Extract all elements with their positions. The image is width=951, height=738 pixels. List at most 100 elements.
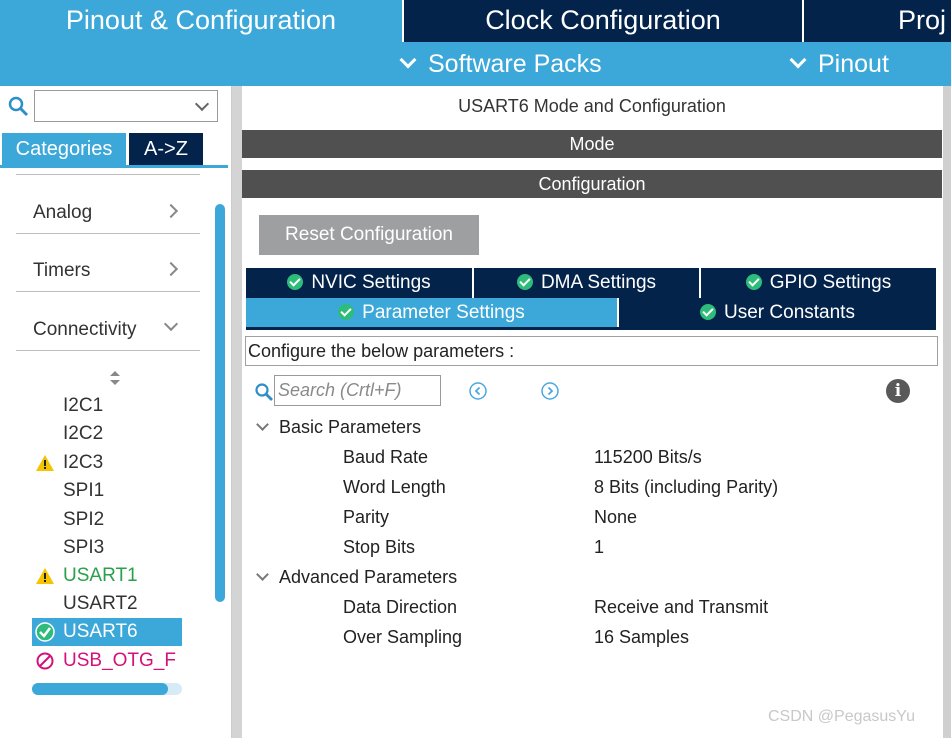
category-analog[interactable]: Analog <box>16 194 200 234</box>
tab-project-manager[interactable]: Proj <box>804 0 951 42</box>
list-item-spi1[interactable]: SPI1 <box>32 477 182 505</box>
peripheral-label: SPI3 <box>63 537 105 558</box>
param-name[interactable]: Data Direction <box>343 597 457 618</box>
previous-result-icon[interactable] <box>469 382 487 400</box>
chevron-right-icon <box>163 261 179 277</box>
chevron-down-icon <box>256 418 269 431</box>
pinout-menu[interactable]: Pinout <box>789 42 889 86</box>
peripheral-label: USART2 <box>63 593 138 614</box>
tab-label: NVIC Settings <box>311 272 431 293</box>
peripheral-label: I2C3 <box>63 452 104 473</box>
list-item-i2c3[interactable]: I2C3 <box>32 449 182 477</box>
horizontal-scrollbar-thumb[interactable] <box>32 683 168 695</box>
peripheral-label: SPI2 <box>63 509 105 530</box>
chevron-down-icon <box>163 316 179 332</box>
tabs-underline <box>246 327 936 330</box>
list-item-spi3[interactable]: SPI3 <box>32 534 182 562</box>
chevron-down-icon <box>399 51 417 69</box>
peripheral-label: USART1 <box>63 565 138 586</box>
category-connectivity[interactable]: Connectivity <box>16 311 200 351</box>
watermark: CSDN @PegasusYu <box>768 708 915 725</box>
check-circle-icon <box>700 304 717 320</box>
tab-label: User Constants <box>724 302 855 323</box>
param-value[interactable]: Receive and Transmit <box>594 597 768 618</box>
chevron-down-icon[interactable] <box>194 96 210 112</box>
param-name[interactable]: Word Length <box>343 477 446 498</box>
param-name[interactable]: Parity <box>343 507 389 528</box>
list-item-spi2[interactable]: SPI2 <box>32 506 182 534</box>
category-label: Timers <box>33 260 91 281</box>
check-circle-icon <box>287 274 304 290</box>
list-item-usart1[interactable]: USART1 <box>32 562 182 590</box>
peripheral-search-combo[interactable] <box>34 90 218 122</box>
chevron-down-icon <box>789 51 807 69</box>
check-circle-icon <box>516 274 533 290</box>
param-name[interactable]: Baud Rate <box>343 447 428 468</box>
warning-icon <box>36 568 54 584</box>
group-label: Advanced Parameters <box>279 567 458 587</box>
param-value[interactable]: 8 Bits (including Parity) <box>594 477 778 498</box>
next-result-icon[interactable] <box>541 382 559 400</box>
peripheral-label: I2C1 <box>63 395 104 416</box>
check-circle-icon <box>338 304 355 320</box>
divider <box>16 174 200 175</box>
list-item-i2c2[interactable]: I2C2 <box>32 420 182 448</box>
warning-icon <box>36 455 54 471</box>
right-panel: USART6 Mode and Configuration Mode Confi… <box>242 86 951 738</box>
param-value[interactable]: 115200 Bits/s <box>594 447 702 468</box>
group-advanced-parameters[interactable]: Advanced Parameters <box>256 567 458 588</box>
param-value[interactable]: 16 Samples <box>594 627 689 648</box>
left-panel: Categories A->Z Analog Timers Connectivi… <box>0 86 232 738</box>
info-icon[interactable]: i <box>886 379 910 403</box>
param-name[interactable]: Stop Bits <box>343 537 415 558</box>
sort-icon[interactable] <box>108 370 122 386</box>
check-circle-icon <box>35 622 55 642</box>
category-label: Analog <box>33 202 93 223</box>
chevron-down-icon <box>256 568 269 581</box>
top-tab-bar: Pinout & Configuration Clock Configurati… <box>0 0 951 42</box>
tab-clock-configuration[interactable]: Clock Configuration <box>404 0 802 42</box>
tab-label: GPIO Settings <box>769 272 892 293</box>
group-basic-parameters[interactable]: Basic Parameters <box>256 417 422 438</box>
peripheral-label: I2C2 <box>63 423 104 444</box>
check-circle-icon <box>745 274 762 290</box>
list-item-i2c1[interactable]: I2C1 <box>32 392 182 420</box>
tab-user-constants[interactable]: User Constants <box>619 298 936 328</box>
group-label: Basic Parameters <box>279 417 422 437</box>
vertical-scrollbar-thumb[interactable] <box>215 204 225 602</box>
panel-title: USART6 Mode and Configuration <box>458 96 726 116</box>
tab-categories[interactable]: Categories <box>2 133 126 165</box>
params-title: Configure the below parameters : <box>245 336 938 366</box>
software-packs-menu[interactable]: Software Packs <box>399 42 602 86</box>
param-name[interactable]: Over Sampling <box>343 627 462 648</box>
tab-nvic-settings[interactable]: NVIC Settings <box>246 268 472 298</box>
param-value[interactable]: None <box>594 507 637 528</box>
mode-bar[interactable]: Mode <box>242 130 942 158</box>
list-item-usart6[interactable]: USART6 <box>32 618 182 646</box>
panel-splitter[interactable] <box>232 86 242 738</box>
tab-dma-settings[interactable]: DMA Settings <box>474 268 699 298</box>
peripheral-label: USB_OTG_F <box>63 650 176 671</box>
configuration-bar[interactable]: Configuration <box>242 170 942 198</box>
list-item-usart2[interactable]: USART2 <box>32 590 182 618</box>
peripheral-label: USART6 <box>63 621 138 642</box>
parameter-search-input[interactable]: Search (Crtl+F) <box>274 375 441 406</box>
tabs-underline <box>0 165 228 168</box>
tab-gpio-settings[interactable]: GPIO Settings <box>701 268 936 298</box>
chevron-right-icon <box>163 203 179 219</box>
tab-pinout-configuration[interactable]: Pinout & Configuration <box>0 0 402 42</box>
reset-configuration-button[interactable]: Reset Configuration <box>259 215 479 255</box>
category-label: Connectivity <box>33 319 137 340</box>
tab-parameter-settings[interactable]: Parameter Settings <box>246 298 617 328</box>
tab-label: DMA Settings <box>540 272 657 293</box>
search-icon[interactable] <box>254 382 274 402</box>
scrollbar-edge[interactable] <box>943 86 951 738</box>
software-packs-label: Software Packs <box>428 50 602 78</box>
param-value[interactable]: 1 <box>594 537 604 558</box>
disabled-icon <box>36 652 54 670</box>
search-icon[interactable] <box>8 96 30 118</box>
tab-a-z[interactable]: A->Z <box>129 133 203 165</box>
tab-label: Parameter Settings <box>362 302 525 323</box>
category-timers[interactable]: Timers <box>16 252 200 292</box>
list-item-usb-otg[interactable]: USB_OTG_F <box>32 647 182 675</box>
